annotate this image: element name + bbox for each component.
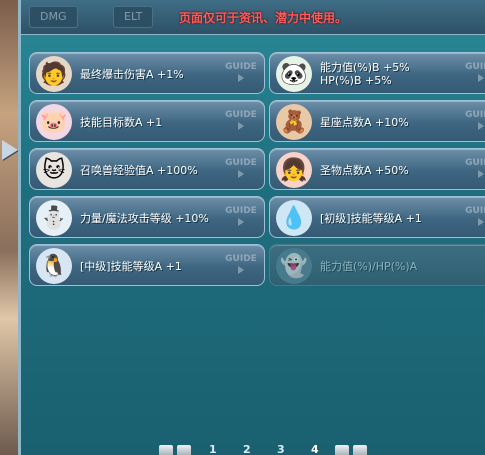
guide-icon[interactable]: GUIDE (224, 61, 258, 87)
card-slot[interactable]: 👻 能力值(%)/HP(%)A (269, 244, 485, 286)
ghost-placeholder-icon: 👻 (276, 248, 312, 284)
guide-label: GUIDE (225, 254, 257, 264)
card-slot[interactable]: 🧑 最终爆击伤害A +1% GUIDE (29, 52, 265, 94)
page-2[interactable]: 2 (243, 443, 251, 455)
card-label: 力量/魔法攻击等级 +10% (80, 211, 209, 225)
guide-icon[interactable]: GUIDE (464, 109, 485, 135)
guide-icon[interactable]: GUIDE (224, 205, 258, 231)
guide-arrow-icon (238, 266, 244, 274)
guide-icon[interactable]: GUIDE (464, 205, 485, 231)
pink-chef-pig-icon: 🐷 (36, 104, 72, 140)
card-label: 最终爆击伤害A +1% (80, 67, 184, 81)
card-label: 圣物点数A +50% (320, 163, 409, 177)
card-label: 星座点数A +10% (320, 115, 409, 129)
pagination: 1 2 3 4 (21, 440, 485, 455)
tab-dmg[interactable]: DMG (29, 6, 78, 28)
guide-arrow-icon (238, 122, 244, 130)
guide-arrow-icon (478, 218, 484, 226)
guide-icon[interactable]: GUIDE (464, 61, 485, 87)
card-slot[interactable]: 🐧 [中级]技能等级A +1 GUIDE (29, 244, 265, 286)
guide-label: GUIDE (465, 206, 485, 216)
card-label: 召唤兽经验值A +100% (80, 163, 198, 177)
background-scene-strip (0, 0, 18, 455)
guide-arrow-icon (238, 170, 244, 178)
next-page-button[interactable] (335, 445, 349, 455)
guide-icon[interactable]: GUIDE (224, 157, 258, 183)
card-label: 技能目标数A +1 (80, 115, 163, 129)
card-slot[interactable]: ⛄ 力量/魔法攻击等级 +10% GUIDE (29, 196, 265, 238)
card-slot[interactable]: 🐼 能力值(%)B +5%HP(%)B +5% GUIDE (269, 52, 485, 94)
last-page-button[interactable] (353, 445, 367, 455)
card-slot[interactable]: 💧 [初级]技能等级A +1 GUIDE (269, 196, 485, 238)
guide-label: GUIDE (225, 110, 257, 120)
penguin-icon: 🐧 (36, 248, 72, 284)
page-1[interactable]: 1 (209, 443, 217, 455)
card-label: 能力值(%)/HP(%)A (320, 259, 418, 273)
guide-arrow-icon (238, 74, 244, 82)
dark-hair-character-icon: 🧑 (36, 56, 72, 92)
blue-slime-icon: 💧 (276, 200, 312, 236)
card-label: 能力值(%)B +5% HP(%)B +5% (320, 61, 410, 87)
guide-label: GUIDE (465, 110, 485, 120)
guide-label: GUIDE (225, 62, 257, 72)
card-collection-panel: DMG ELT 页面仅可于资讯、潜力中使用。 🧑 最终爆击伤害A +1% GUIDE… (18, 0, 485, 455)
guide-icon[interactable]: GUIDE (224, 253, 258, 279)
guide-label: GUIDE (465, 158, 485, 168)
mouse-cursor-icon (2, 140, 18, 160)
guide-icon[interactable]: GUIDE (224, 109, 258, 135)
game-window: DMG ELT 页面仅可于资讯、潜力中使用。 🧑 最终爆击伤害A +1% GUIDE… (0, 0, 485, 455)
card-slot[interactable]: 🧸 星座点数A +10% GUIDE (269, 100, 485, 142)
guide-arrow-icon (478, 122, 484, 130)
panda-icon: 🐼 (276, 56, 312, 92)
first-page-button[interactable] (159, 445, 173, 455)
tab-elt[interactable]: ELT (113, 6, 154, 28)
snowman-icon: ⛄ (36, 200, 72, 236)
page-3[interactable]: 3 (277, 443, 285, 455)
prev-page-button[interactable] (177, 445, 191, 455)
card-label: [中级]技能等级A +1 (80, 259, 182, 273)
usage-notice: 页面仅可于资讯、潜力中使用。 (179, 11, 348, 25)
eyepatch-girl-icon: 👧 (276, 152, 312, 188)
card-slot[interactable]: 🐷 技能目标数A +1 GUIDE (29, 100, 265, 142)
card-slot[interactable]: 🐱 召唤兽经验值A +100% GUIDE (29, 148, 265, 190)
top-bar: DMG ELT 页面仅可于资讯、潜力中使用。 (21, 0, 485, 35)
guide-icon[interactable]: GUIDE (464, 157, 485, 183)
guide-label: GUIDE (225, 206, 257, 216)
black-cat-bunny-icon: 🐱 (36, 152, 72, 188)
card-label: [初级]技能等级A +1 (320, 211, 422, 225)
guide-arrow-icon (238, 218, 244, 226)
card-slot[interactable]: 👧 圣物点数A +50% GUIDE (269, 148, 485, 190)
guide-label: GUIDE (225, 158, 257, 168)
guide-arrow-icon (478, 170, 484, 178)
page-4[interactable]: 4 (311, 443, 319, 455)
guide-label: GUIDE (465, 62, 485, 72)
teddy-bear-icon: 🧸 (276, 104, 312, 140)
guide-arrow-icon (478, 74, 484, 82)
